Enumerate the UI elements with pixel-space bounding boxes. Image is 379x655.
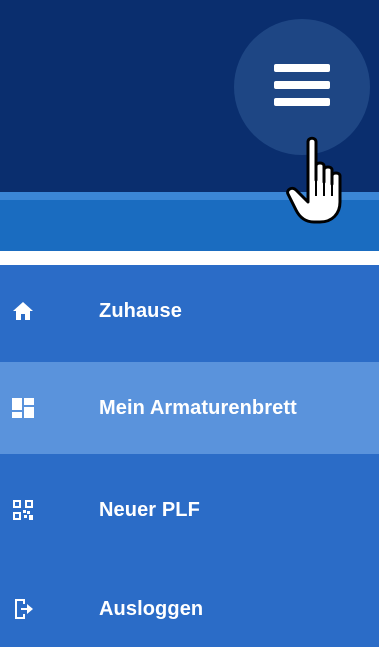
- sidebar-item-label: Ausloggen: [99, 597, 204, 620]
- home-icon: [10, 298, 36, 324]
- hamburger-menu-icon[interactable]: [274, 64, 330, 106]
- sidebar-item-zuhause[interactable]: Zuhause: [0, 265, 379, 357]
- sidebar-menu: Zuhause Mein Armaturenbrett Neuer PLF Au…: [0, 265, 379, 647]
- sidebar-item-label: Mein Armaturenbrett: [99, 396, 297, 419]
- sidebar-item-neuer-plf[interactable]: Neuer PLF: [0, 464, 379, 556]
- section-gap: [0, 251, 379, 265]
- header-stripe: [0, 192, 379, 251]
- sidebar-item-label: Neuer PLF: [99, 498, 200, 521]
- sidebar-item-label: Zuhause: [99, 299, 182, 322]
- qr-code-icon: [10, 497, 36, 523]
- dashboard-icon: [10, 395, 36, 421]
- sidebar-item-ausloggen[interactable]: Ausloggen: [0, 563, 379, 655]
- app-header: [0, 0, 379, 251]
- header-stripe-highlight: [0, 192, 379, 200]
- logout-icon: [10, 596, 36, 622]
- sidebar-item-mein-armaturenbrett[interactable]: Mein Armaturenbrett: [0, 362, 379, 454]
